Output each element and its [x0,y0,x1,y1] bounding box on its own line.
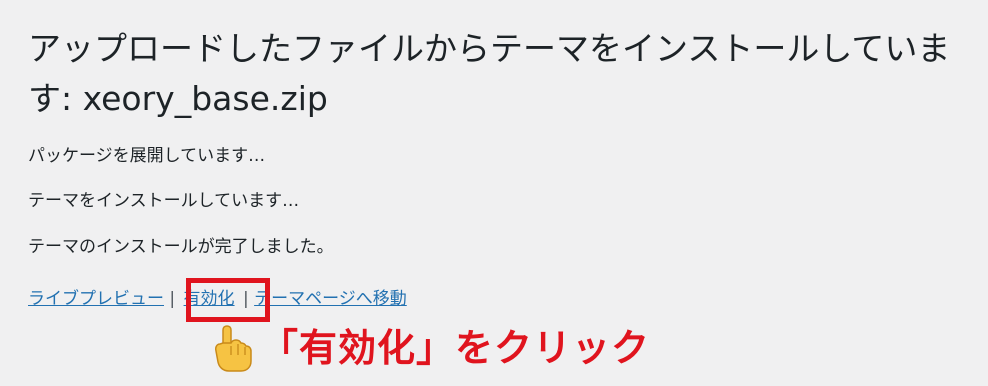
activate-link[interactable]: 有効化 [184,289,235,309]
status-completed: テーマのインストールが完了しました。 [28,237,334,257]
install-actions: ライブプレビュー | 有効化 | テーマページへ移動 [28,287,407,311]
status-unpacking: パッケージを展開しています… [28,146,266,166]
action-separator: | [242,289,249,309]
page-title: アップロードしたファイルからテーマをインストールしています: xeory_bas… [28,29,951,118]
activate-wrap: 有効化 [181,287,238,311]
action-separator: | [169,289,176,309]
status-installing: テーマをインストールしています… [28,191,300,211]
click-callout: 「有効化」をクリック [208,320,650,376]
theme-page-link[interactable]: テーマページへ移動 [254,289,407,309]
live-preview-link[interactable]: ライブプレビュー [28,289,164,309]
callout-text: 「有効化」をクリック [260,326,651,370]
pointing-hand-icon [208,322,260,374]
